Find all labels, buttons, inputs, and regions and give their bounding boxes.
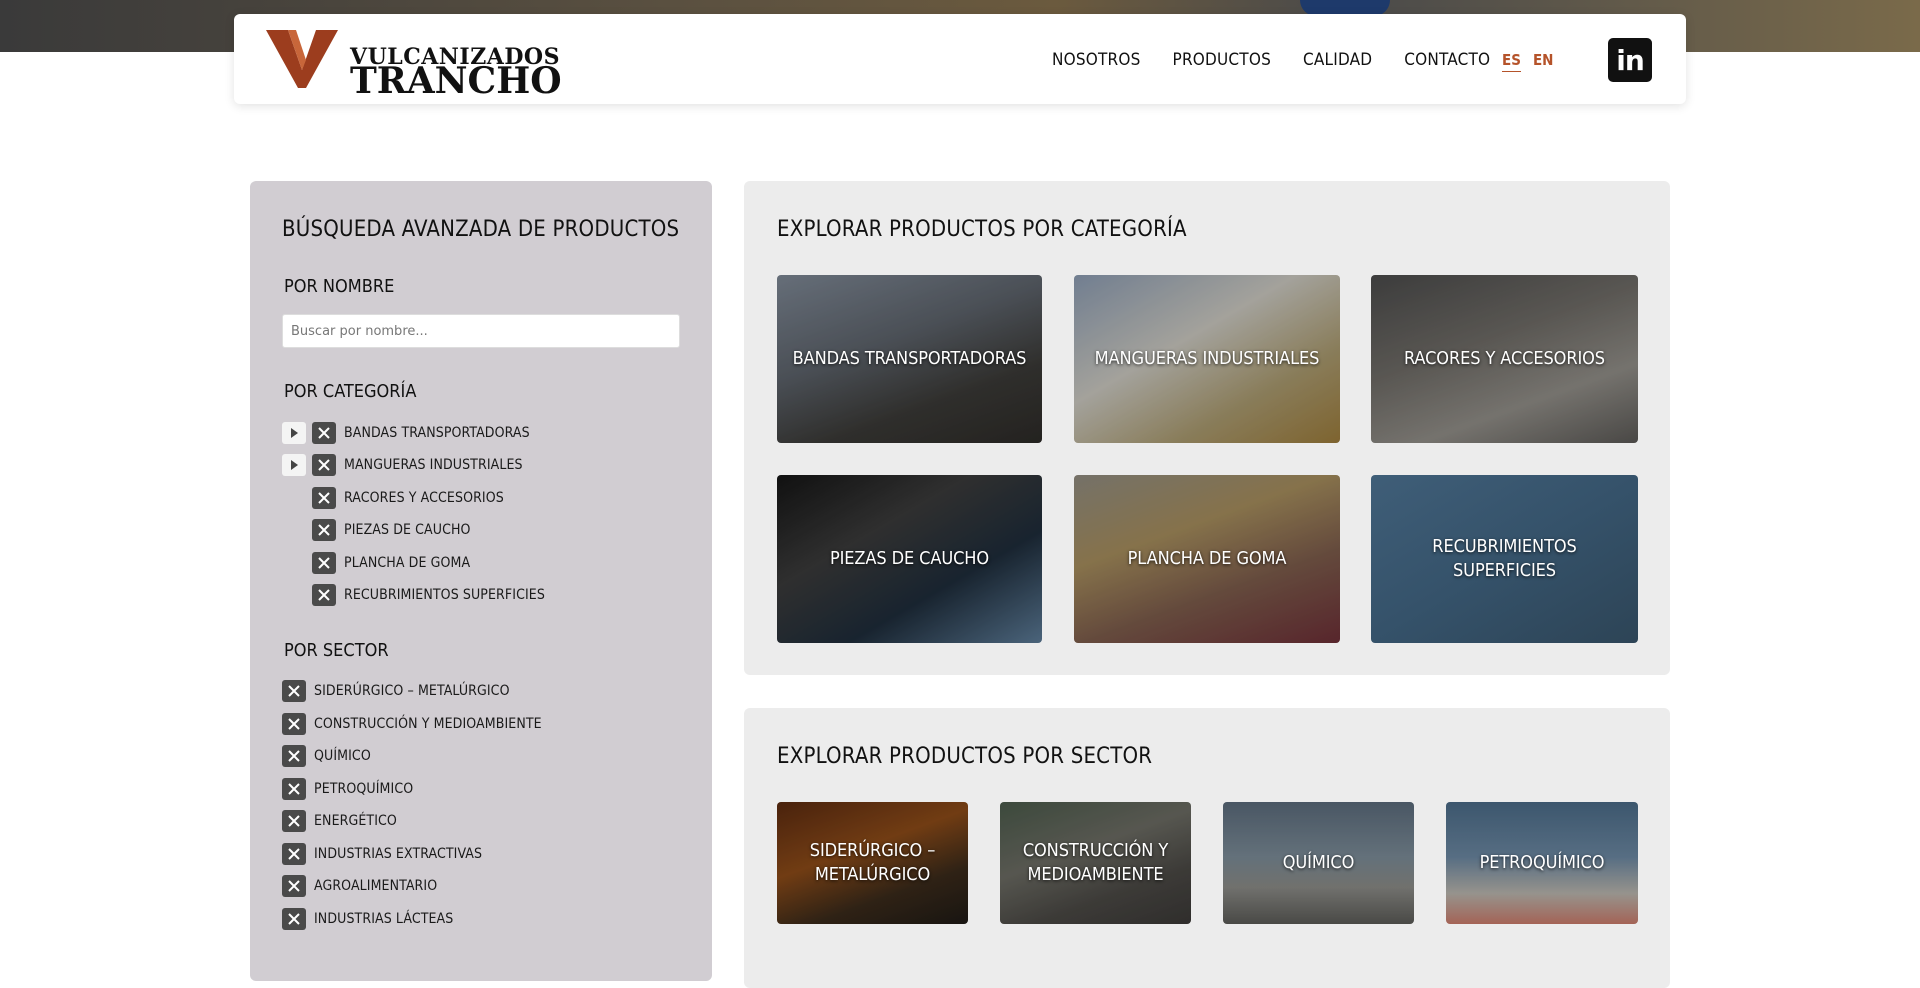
sector-panel-title: EXPLORAR PRODUCTOS POR SECTOR bbox=[777, 744, 1153, 769]
sector-filter-item: PETROQUÍMICO bbox=[282, 777, 413, 801]
remove-filter-icon[interactable] bbox=[282, 843, 306, 865]
by-sector-heading: POR SECTOR bbox=[284, 640, 389, 661]
nav-nosotros[interactable]: NOSOTROS bbox=[1052, 50, 1141, 70]
sector-filter-item: ENERGÉTICO bbox=[282, 809, 397, 833]
remove-filter-icon[interactable] bbox=[282, 810, 306, 832]
remove-filter-icon[interactable] bbox=[312, 584, 336, 606]
advanced-search-sidebar: BÚSQUEDA AVANZADA DE PRODUCTOS POR NOMBR… bbox=[250, 181, 712, 981]
expand-arrow-icon[interactable] bbox=[282, 454, 306, 476]
category-filter-label: MANGUERAS INDUSTRIALES bbox=[344, 457, 523, 473]
category-tile-recubrimientos[interactable]: RECUBRIMIENTOS SUPERFICIES bbox=[1371, 475, 1638, 643]
category-filter-item: MANGUERAS INDUSTRIALES bbox=[282, 453, 523, 477]
category-tile-label: RECUBRIMIENTOS SUPERFICIES bbox=[1432, 536, 1577, 581]
sector-filter-label: CONSTRUCCIÓN Y MEDIOAMBIENTE bbox=[314, 716, 542, 732]
remove-filter-icon[interactable] bbox=[282, 745, 306, 767]
sector-filter-label: SIDERÚRGICO – METALÚRGICO bbox=[314, 683, 510, 699]
remove-filter-icon[interactable] bbox=[282, 778, 306, 800]
category-tile-plancha[interactable]: PLANCHA DE GOMA bbox=[1074, 475, 1340, 643]
sector-tile-construccion[interactable]: CONSTRUCCIÓN Y MEDIOAMBIENTE bbox=[1000, 802, 1191, 924]
sector-filter-label: INDUSTRIAS LÁCTEAS bbox=[314, 911, 454, 927]
category-filter-item: BANDAS TRANSPORTADORAS bbox=[282, 421, 530, 445]
remove-filter-icon[interactable] bbox=[312, 487, 336, 509]
sector-filter-item: CONSTRUCCIÓN Y MEDIOAMBIENTE bbox=[282, 712, 542, 736]
expand-arrow-icon[interactable] bbox=[282, 422, 306, 444]
remove-filter-icon[interactable] bbox=[312, 552, 336, 574]
category-filter-item: PIEZAS DE CAUCHO bbox=[282, 518, 471, 542]
category-filter-label: PLANCHA DE GOMA bbox=[344, 555, 471, 571]
sidebar-title: BÚSQUEDA AVANZADA DE PRODUCTOS bbox=[282, 217, 680, 242]
category-filter-item: RACORES Y ACCESORIOS bbox=[282, 486, 504, 510]
nav-calidad[interactable]: CALIDAD bbox=[1303, 50, 1372, 70]
sector-filter-item: QUÍMICO bbox=[282, 744, 371, 768]
sector-panel: EXPLORAR PRODUCTOS POR SECTOR SIDERÚRGIC… bbox=[744, 708, 1670, 988]
search-input[interactable] bbox=[282, 314, 680, 348]
sector-filter-item: INDUSTRIAS EXTRACTIVAS bbox=[282, 842, 482, 866]
remove-filter-icon[interactable] bbox=[282, 680, 306, 702]
sector-filter-item: SIDERÚRGICO – METALÚRGICO bbox=[282, 679, 510, 703]
remove-filter-icon[interactable] bbox=[282, 713, 306, 735]
category-tile-label: BANDAS TRANSPORTADORAS bbox=[792, 348, 1027, 369]
category-filter-label: PIEZAS DE CAUCHO bbox=[344, 522, 471, 538]
remove-filter-icon[interactable] bbox=[282, 908, 306, 930]
lang-en-link[interactable]: EN bbox=[1533, 51, 1554, 72]
category-filter-label: RACORES Y ACCESORIOS bbox=[344, 490, 504, 506]
remove-filter-icon[interactable] bbox=[312, 422, 336, 444]
nav-productos[interactable]: PRODUCTOS bbox=[1173, 50, 1271, 70]
sector-filter-label: AGROALIMENTARIO bbox=[314, 878, 438, 894]
category-tile-label: PLANCHA DE GOMA bbox=[1127, 548, 1287, 569]
logo[interactable]: VULCANIZADOS TRANCHO bbox=[266, 30, 562, 99]
nav-contacto[interactable]: CONTACTO bbox=[1404, 50, 1490, 70]
sector-tile-quimico[interactable]: QUÍMICO bbox=[1223, 802, 1414, 924]
category-tile-label: PIEZAS DE CAUCHO bbox=[829, 548, 990, 569]
sector-filter-item: INDUSTRIAS LÁCTEAS bbox=[282, 907, 453, 931]
sector-tile-siderurgico[interactable]: SIDERÚRGICO – METALÚRGICO bbox=[777, 802, 968, 924]
by-name-heading: POR NOMBRE bbox=[284, 276, 395, 297]
category-panel: EXPLORAR PRODUCTOS POR CATEGORÍA BANDAS … bbox=[744, 181, 1670, 675]
sector-tile-petroquimico[interactable]: PETROQUÍMICO bbox=[1446, 802, 1638, 924]
sector-tile-label: SIDERÚRGICO – METALÚRGICO bbox=[809, 840, 936, 885]
category-tile-label: RACORES Y ACCESORIOS bbox=[1404, 348, 1605, 369]
category-filter-label: RECUBRIMIENTOS SUPERFICIES bbox=[344, 587, 545, 603]
language-switcher: ES EN bbox=[1502, 51, 1553, 72]
logo-text-bottom: TRANCHO bbox=[350, 60, 562, 102]
sector-tile-label: QUÍMICO bbox=[1282, 852, 1355, 873]
category-filter-label: BANDAS TRANSPORTADORAS bbox=[344, 425, 530, 441]
remove-filter-icon[interactable] bbox=[312, 454, 336, 476]
sector-filter-label: INDUSTRIAS EXTRACTIVAS bbox=[314, 846, 483, 862]
main-nav: NOSOTROS PRODUCTOS CALIDAD CONTACTO bbox=[1052, 50, 1522, 70]
linkedin-icon[interactable]: in bbox=[1608, 38, 1652, 82]
remove-filter-icon[interactable] bbox=[312, 519, 336, 541]
logo-v-icon bbox=[266, 30, 338, 88]
remove-filter-icon[interactable] bbox=[282, 875, 306, 897]
site-header: VULCANIZADOS TRANCHO NOSOTROS PRODUCTOS … bbox=[234, 14, 1686, 104]
sector-filter-label: PETROQUÍMICO bbox=[314, 781, 414, 797]
sector-filter-item: AGROALIMENTARIO bbox=[282, 874, 437, 898]
category-tile-piezas[interactable]: PIEZAS DE CAUCHO bbox=[777, 475, 1042, 643]
lang-es-link[interactable]: ES bbox=[1502, 51, 1521, 72]
category-filter-item: RECUBRIMIENTOS SUPERFICIES bbox=[282, 583, 545, 607]
sector-tile-label: CONSTRUCCIÓN Y MEDIOAMBIENTE bbox=[1022, 840, 1169, 885]
sector-tile-label: PETROQUÍMICO bbox=[1479, 852, 1605, 873]
category-tile-label: MANGUERAS INDUSTRIALES bbox=[1094, 348, 1320, 369]
category-panel-title: EXPLORAR PRODUCTOS POR CATEGORÍA bbox=[777, 217, 1187, 242]
category-tile-racores[interactable]: RACORES Y ACCESORIOS bbox=[1371, 275, 1638, 443]
by-category-heading: POR CATEGORÍA bbox=[284, 381, 417, 402]
category-filter-item: PLANCHA DE GOMA bbox=[282, 551, 470, 575]
sector-filter-label: ENERGÉTICO bbox=[314, 813, 397, 829]
category-tile-bandas[interactable]: BANDAS TRANSPORTADORAS bbox=[777, 275, 1042, 443]
sector-filter-label: QUÍMICO bbox=[314, 748, 371, 764]
category-tile-mangueras[interactable]: MANGUERAS INDUSTRIALES bbox=[1074, 275, 1340, 443]
